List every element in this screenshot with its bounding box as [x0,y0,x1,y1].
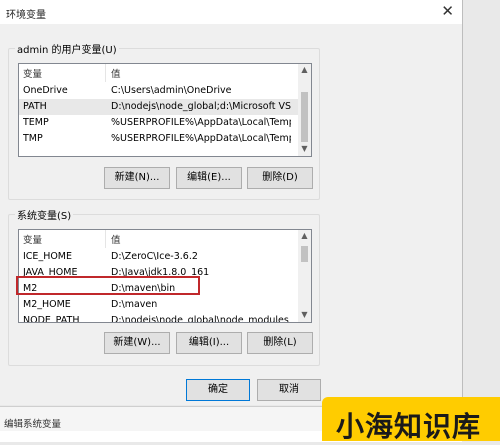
scroll-down-icon[interactable]: ▼ [298,309,311,321]
system-edit-button[interactable]: 编辑(I)... [176,332,242,354]
system-variables-label: 系统变量(S) [15,207,74,222]
variable-name: NODE_PATH [23,315,80,323]
variable-value: D:\nodejs\node_global;d:\Microsoft VS ..… [111,101,291,112]
column-variable-header[interactable]: 变量 [23,232,103,246]
close-icon[interactable]: ✕ [441,2,454,20]
scroll-thumb[interactable] [301,246,308,262]
list-item[interactable]: NODE_PATH D:\nodejs\node_global\node_mod… [19,313,298,323]
user-delete-button[interactable]: 删除(D) [247,167,313,189]
scroll-up-icon[interactable]: ▲ [298,230,311,242]
variable-value: D:\ZeroC\Ice-3.6.2 [111,251,198,262]
cancel-button[interactable]: 取消 [257,379,321,401]
title-bar: 环境变量 ✕ [0,0,462,24]
variable-name: OneDrive [23,85,68,96]
list-item[interactable]: PATH D:\nodejs\node_global;d:\Microsoft … [19,99,298,115]
watermark-badge: 小海知识库 [322,397,500,443]
user-list-scrollbar[interactable]: ▲ ▼ [298,64,311,156]
list-header: 变量 值 [19,230,298,248]
variable-name: ICE_HOME [23,251,73,262]
watermark-text: 小海知识库 [336,410,482,443]
system-new-button[interactable]: 新建(W)... [104,332,170,354]
variable-value: %USERPROFILE%\AppData\Local\Temp [111,117,291,128]
list-item[interactable]: M2_HOME D:\maven [19,297,298,313]
edit-window-title: 编辑系统变量 [4,419,62,430]
list-item[interactable]: TEMP %USERPROFILE%\AppData\Local\Temp [19,115,298,131]
variable-name: M2_HOME [23,299,71,310]
variable-value: D:\nodejs\node_global\node_modules [111,315,289,323]
variable-value: D:\maven [111,299,158,310]
system-list-scrollbar[interactable]: ▲ ▼ [298,230,311,322]
user-edit-button[interactable]: 编辑(E)... [176,167,242,189]
system-delete-button[interactable]: 删除(L) [247,332,313,354]
variable-value: %USERPROFILE%\AppData\Local\Temp [111,133,291,144]
highlight-annotation [16,276,200,295]
list-item[interactable]: OneDrive C:\Users\admin\OneDrive [19,83,298,99]
environment-variables-dialog: 环境变量 ✕ admin 的用户变量(U) 变量 值 OneDrive C:\U… [0,0,463,405]
column-value-header[interactable]: 值 [111,232,291,246]
list-item[interactable]: TMP %USERPROFILE%\AppData\Local\Temp [19,131,298,147]
scroll-thumb[interactable] [301,92,308,142]
scroll-down-icon[interactable]: ▼ [298,143,311,155]
column-divider[interactable] [105,230,106,248]
window-title: 环境变量 [6,10,46,21]
variable-name: TEMP [23,117,49,128]
variable-name: PATH [23,101,47,112]
user-variables-label: admin 的用户变量(U) [15,41,119,56]
variable-name: TMP [23,133,43,144]
list-header: 变量 值 [19,64,298,82]
variable-value: C:\Users\admin\OneDrive [111,85,232,96]
user-variables-list[interactable]: 变量 值 OneDrive C:\Users\admin\OneDrive PA… [18,63,312,157]
list-item[interactable]: ICE_HOME D:\ZeroC\Ice-3.6.2 [19,249,298,265]
user-new-button[interactable]: 新建(N)... [104,167,170,189]
column-value-header[interactable]: 值 [111,66,291,80]
column-divider[interactable] [105,64,106,82]
scroll-up-icon[interactable]: ▲ [298,64,311,76]
column-variable-header[interactable]: 变量 [23,66,103,80]
ok-button[interactable]: 确定 [186,379,250,401]
